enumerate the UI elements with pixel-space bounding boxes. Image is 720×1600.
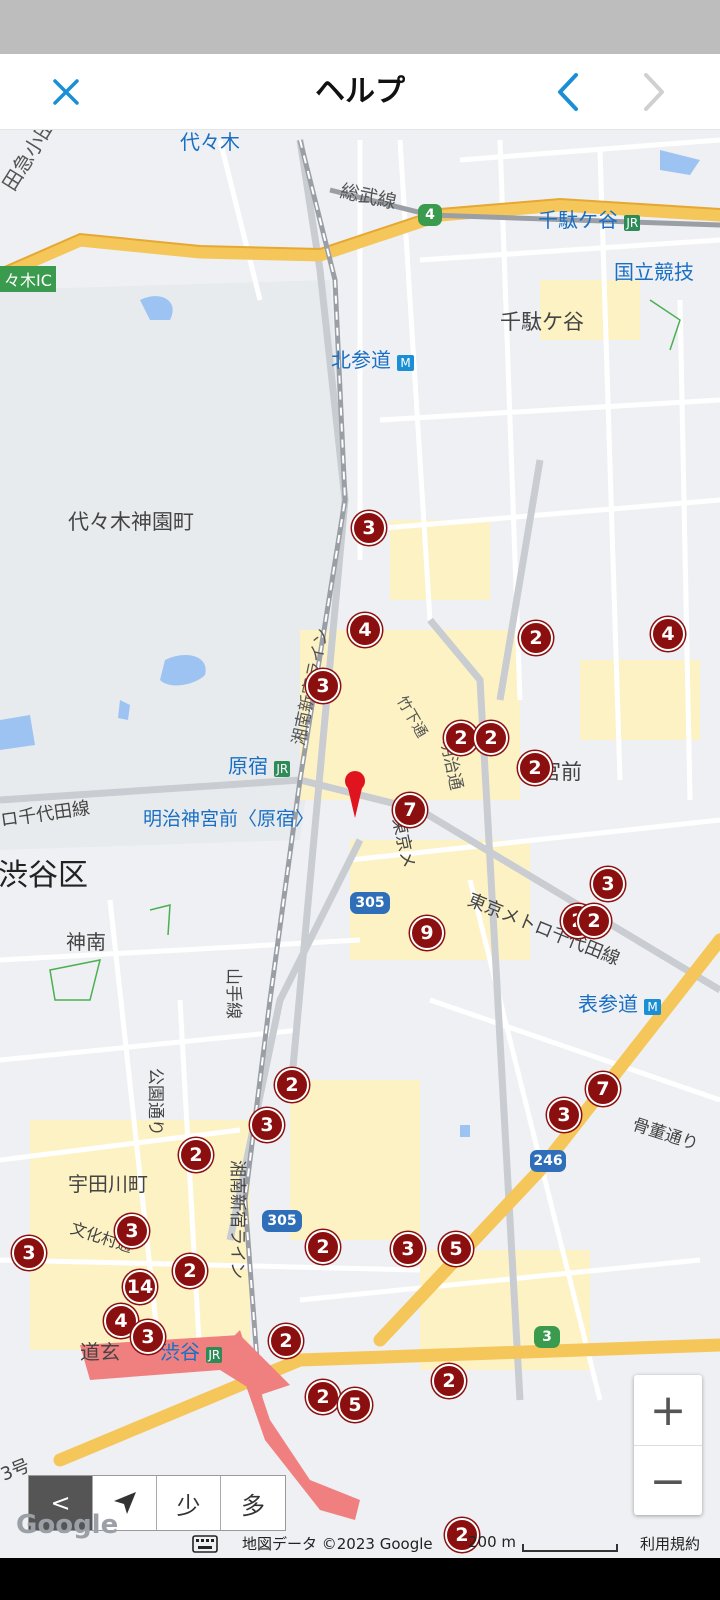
scale-label: 200 m	[468, 1533, 517, 1551]
route-shield-3: 3	[534, 1326, 560, 1348]
zoom-controls: + −	[634, 1375, 702, 1515]
ic-label-yoyogi: 々木IC	[0, 266, 56, 292]
harajuku-text: 原宿	[228, 754, 268, 778]
cluster-marker[interactable]: 2	[474, 721, 508, 755]
station-label-harajuku: 原宿 JR	[228, 750, 291, 779]
cluster-marker[interactable]: 2	[444, 721, 478, 755]
place-label-kokuritsu: 国立競技	[614, 260, 694, 284]
station-label-sendagaya: 千駄ケ谷 JR	[538, 204, 641, 233]
cluster-marker[interactable]: 2	[173, 1254, 207, 1288]
scale-bar	[522, 1544, 618, 1552]
station-label-meiji-jingumae: 明治神宮前〈原宿〉	[143, 808, 315, 830]
cluster-marker[interactable]: 7	[586, 1072, 620, 1106]
header-bar: ヘルプ	[0, 54, 720, 130]
omotesando-text: 表参道	[578, 992, 638, 1016]
cluster-marker[interactable]: 2	[306, 1230, 340, 1264]
close-button[interactable]	[28, 54, 104, 130]
cluster-marker[interactable]: 9	[410, 916, 444, 950]
cluster-marker[interactable]: 3	[115, 1214, 149, 1248]
cluster-marker[interactable]: 2	[269, 1324, 303, 1358]
terms-link[interactable]: 利用規約	[640, 1533, 700, 1554]
route-shield-246: 246	[530, 1150, 566, 1172]
kitasando-text: 北参道	[331, 348, 391, 372]
cluster-marker[interactable]: 2	[275, 1068, 309, 1102]
page-title: ヘルプ	[315, 74, 405, 109]
cluster-marker[interactable]: 2	[518, 751, 552, 785]
line-label-shonan-2: 湘南新宿ライン	[227, 1160, 247, 1279]
keyboard-icon[interactable]	[192, 1535, 218, 1553]
jr-icon: JR	[274, 761, 291, 777]
ward-label-shibuya: 渋谷区	[0, 858, 88, 893]
cluster-marker[interactable]: 3	[250, 1108, 284, 1142]
forward-button[interactable]	[616, 54, 692, 130]
fewer-button[interactable]: 少	[157, 1476, 221, 1530]
area-label-jinnan: 神南	[66, 930, 106, 954]
attribution-bar: 地図データ ©2023 Google 200 m 利用規約	[0, 1529, 720, 1558]
chevron-left-icon	[558, 73, 578, 111]
cluster-marker[interactable]: 2	[577, 904, 611, 938]
cluster-marker[interactable]: 2	[432, 1364, 466, 1398]
area-label-yoyogi-kamizono: 代々木神園町	[68, 510, 194, 534]
cluster-marker[interactable]: 7	[393, 793, 427, 827]
station-label-shibuya: 渋谷 JR	[160, 1336, 223, 1365]
cluster-marker[interactable]: 5	[338, 1388, 372, 1422]
shibuya-text: 渋谷	[160, 1340, 200, 1364]
jr-icon: JR	[206, 1347, 223, 1363]
route-shield-4: 4	[418, 204, 442, 226]
station-label-kitasando: 北参道 M	[331, 344, 414, 373]
chevron-right-icon	[644, 73, 664, 111]
route-shield-305: 305	[350, 892, 390, 914]
cluster-marker[interactable]: 5	[439, 1232, 473, 1266]
zoom-in-button[interactable]: +	[634, 1375, 702, 1445]
jr-icon: JR	[624, 215, 641, 231]
cluster-marker[interactable]: 2	[519, 621, 553, 655]
cluster-marker[interactable]: 14	[123, 1270, 157, 1304]
cluster-marker[interactable]: 3	[12, 1236, 46, 1270]
cluster-marker[interactable]: 2	[306, 1380, 340, 1414]
place-label-yoyogi: 代々木	[180, 130, 240, 154]
map-data-text[interactable]: 地図データ ©2023 Google	[242, 1533, 433, 1554]
area-label-sendagaya: 千駄ケ谷	[500, 310, 584, 334]
more-button[interactable]: 多	[221, 1476, 285, 1530]
close-icon	[53, 79, 79, 105]
back-button[interactable]	[530, 54, 606, 130]
cluster-marker[interactable]: 3	[306, 669, 340, 703]
cluster-marker[interactable]: 4	[651, 617, 685, 651]
cluster-marker[interactable]: 3	[547, 1098, 581, 1132]
cluster-marker[interactable]: 4	[348, 613, 382, 647]
cluster-marker[interactable]: 3	[591, 867, 625, 901]
area-label-udagawacho: 宇田川町	[68, 1172, 148, 1196]
metro-icon: M	[397, 355, 414, 371]
zoom-out-button[interactable]: −	[634, 1446, 702, 1516]
station-label-omotesando: 表参道 M	[578, 988, 661, 1017]
cluster-marker[interactable]: 3	[131, 1320, 165, 1354]
cluster-marker[interactable]: 3	[352, 511, 386, 545]
sendagaya-station-text: 千駄ケ谷	[538, 208, 618, 232]
cluster-marker[interactable]: 2	[179, 1138, 213, 1172]
street-label-koen: 公園通り	[145, 1068, 165, 1136]
area-label-dogenzaka: 道玄	[80, 1340, 120, 1364]
metro-icon: M	[644, 999, 661, 1015]
status-bar	[0, 0, 720, 54]
navigation-bar	[0, 1558, 720, 1600]
location-pin-icon[interactable]	[342, 770, 368, 820]
line-label-yamanote: 山手線	[223, 968, 243, 1019]
map-view[interactable]: 代々木 田急小田原線 総武線 千駄ケ谷 JR 国立競技 千駄ケ谷 々木IC 北参…	[0, 130, 720, 1558]
route-shield-305b: 305	[262, 1210, 302, 1232]
cluster-marker[interactable]: 3	[391, 1232, 425, 1266]
